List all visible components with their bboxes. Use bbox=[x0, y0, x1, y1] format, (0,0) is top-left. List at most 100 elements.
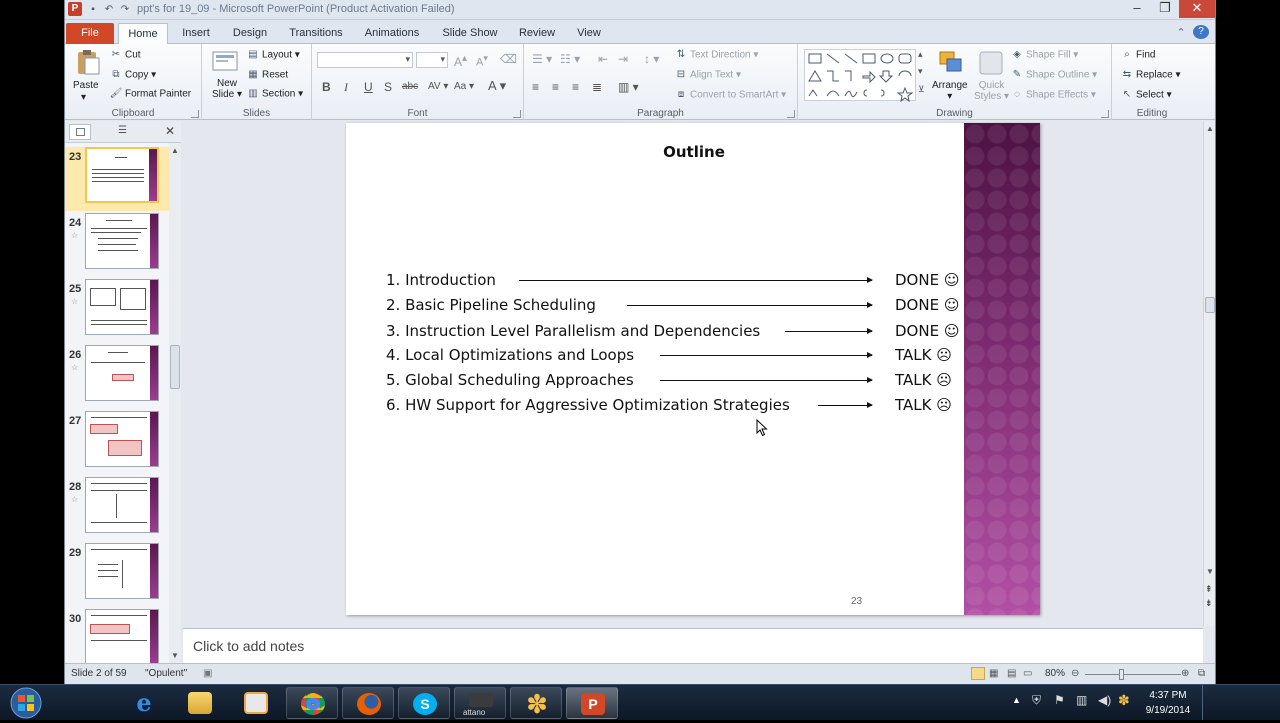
select-button[interactable]: ↖ Select ▾ bbox=[1120, 89, 1172, 101]
minimize-button[interactable]: – bbox=[1123, 0, 1151, 18]
paragraph-launcher-icon[interactable] bbox=[787, 110, 795, 118]
drawing-launcher-icon[interactable] bbox=[1101, 110, 1109, 118]
spellcheck-icon[interactable]: ▣ bbox=[203, 668, 212, 679]
taskbar-media-player[interactable] bbox=[230, 687, 282, 719]
next-slide-icon[interactable]: ⇟ bbox=[1205, 599, 1213, 608]
help-icon[interactable]: ? bbox=[1193, 25, 1209, 39]
underline-icon[interactable]: U bbox=[364, 80, 373, 94]
strikethrough-icon[interactable]: abc bbox=[402, 81, 418, 92]
shape-fill-button[interactable]: ◈ Shape Fill ▾ bbox=[1010, 49, 1078, 61]
fit-to-window-icon[interactable]: ⧉ bbox=[1198, 668, 1205, 679]
zoom-out-icon[interactable]: ⊖ bbox=[1071, 668, 1079, 679]
font-color-icon[interactable]: A ▾ bbox=[488, 78, 506, 94]
zoom-in-icon[interactable]: ⊕ bbox=[1181, 668, 1189, 679]
tray-action-center-icon[interactable]: ⚑ bbox=[1054, 693, 1065, 707]
outline-item-2[interactable]: 2. Basic Pipeline Scheduling DONE ☺ bbox=[386, 296, 966, 318]
outline-item-3[interactable]: 3. Instruction Level Parallelism and Dep… bbox=[386, 322, 966, 344]
paste-button[interactable]: Paste bbox=[73, 80, 99, 91]
maximize-button[interactable]: ❐ bbox=[1151, 0, 1179, 18]
thumbnail-slide-26[interactable]: 26 ☆ bbox=[65, 345, 169, 409]
taskbar-file-explorer[interactable] bbox=[174, 687, 226, 719]
slide-scroll-up-icon[interactable]: ▲ bbox=[1206, 124, 1214, 133]
arrange-button[interactable]: Arrange ▾ bbox=[932, 80, 968, 102]
previous-slide-icon[interactable]: ⇞ bbox=[1205, 585, 1213, 594]
reset-button[interactable]: ▦ Reset bbox=[246, 69, 288, 81]
thumbnail-slide-30[interactable]: 30 bbox=[65, 609, 169, 663]
numbering-icon[interactable]: ☷ ▾ bbox=[560, 52, 580, 66]
shape-effects-button[interactable]: ◌ Shape Effects ▾ bbox=[1010, 89, 1096, 101]
tray-expand-icon[interactable]: ▲ bbox=[1012, 695, 1021, 705]
tab-slide-show[interactable]: Slide Show bbox=[435, 23, 505, 44]
format-painter-button[interactable]: 🖌 Format Painter bbox=[109, 88, 192, 100]
replace-button[interactable]: ⇆ Replace ▾ bbox=[1120, 69, 1181, 81]
find-button[interactable]: ⌕ Find bbox=[1120, 49, 1155, 61]
font-name-dropdown[interactable]: ▾ bbox=[317, 52, 413, 68]
tray-volume-icon[interactable]: ◀) bbox=[1098, 693, 1111, 707]
powerpoint-app-icon[interactable]: P bbox=[68, 2, 82, 16]
shrink-font-icon[interactable]: A▾ bbox=[476, 53, 488, 69]
quick-styles-icon[interactable] bbox=[976, 48, 1006, 78]
grow-font-icon[interactable]: A▴ bbox=[454, 53, 467, 69]
character-spacing-icon[interactable]: AV ▾ bbox=[428, 81, 448, 92]
redo-icon[interactable]: ↷ bbox=[117, 2, 133, 17]
save-icon[interactable]: ▪ bbox=[85, 2, 101, 17]
outline-item-1[interactable]: 1. Introduction DONE ☺ bbox=[386, 271, 966, 293]
slide-sorter-icon[interactable]: ▦ bbox=[989, 668, 998, 679]
cut-button[interactable]: ✂ Cut bbox=[109, 49, 141, 61]
copy-button[interactable]: ⧉ Copy ▾ bbox=[109, 69, 156, 81]
zoom-slider-thumb[interactable] bbox=[1119, 669, 1124, 680]
shapes-more-icon[interactable]: ⊻ bbox=[918, 84, 925, 95]
thumbnail-slide-27[interactable]: 27 bbox=[65, 411, 169, 475]
tray-app-icon[interactable]: ✽ bbox=[1118, 692, 1130, 709]
paste-icon[interactable] bbox=[73, 48, 103, 78]
tab-home[interactable]: Home bbox=[118, 23, 168, 45]
close-button[interactable]: ✕ bbox=[1179, 0, 1215, 18]
taskbar-powerpoint[interactable]: P bbox=[566, 687, 618, 719]
decrease-indent-icon[interactable]: ⇤ bbox=[598, 52, 608, 66]
thumbnail-slide-24[interactable]: 24 ☆ bbox=[65, 213, 169, 277]
tab-view[interactable]: View bbox=[569, 23, 609, 44]
new-slide-button[interactable]: New Slide ▾ bbox=[212, 78, 242, 100]
change-case-icon[interactable]: Aa ▾ bbox=[454, 81, 474, 92]
bold-icon[interactable]: B bbox=[322, 80, 331, 94]
slide-scroll-thumb[interactable] bbox=[1205, 297, 1215, 313]
tab-design[interactable]: Design bbox=[225, 23, 275, 44]
taskbar-attano[interactable]: attano bbox=[454, 687, 506, 719]
slide-scrollbar[interactable]: ▲ ▼ ⇞ ⇟ bbox=[1203, 121, 1215, 626]
shapes-gallery[interactable] bbox=[804, 49, 916, 103]
zoom-slider-track[interactable] bbox=[1085, 674, 1181, 675]
paste-dropdown-icon[interactable]: ▾ bbox=[81, 92, 86, 103]
text-shadow-icon[interactable]: S bbox=[384, 80, 392, 94]
clear-formatting-icon[interactable]: ⌫ bbox=[500, 52, 517, 66]
notes-pane[interactable]: Click to add notes bbox=[183, 628, 1203, 663]
taskbar-chrome[interactable] bbox=[286, 687, 338, 719]
taskbar-pinwheel-app[interactable]: ✽ bbox=[510, 687, 562, 719]
reading-view-icon[interactable]: ▤ bbox=[1007, 668, 1016, 679]
shape-outline-button[interactable]: ✎ Shape Outline ▾ bbox=[1010, 69, 1097, 81]
thumbnail-slide-23[interactable]: 23 bbox=[65, 147, 169, 211]
convert-smartart-button[interactable]: ⧈ Convert to SmartArt ▾ bbox=[674, 89, 786, 101]
quick-styles-button[interactable]: Quick Styles ▾ bbox=[974, 80, 1009, 102]
ribbon-minimize-icon[interactable]: ⌃ bbox=[1173, 23, 1189, 44]
thumbnail-scrollbar[interactable]: ▲ ▼ bbox=[169, 143, 181, 663]
slideshow-view-icon[interactable]: ▭ bbox=[1023, 668, 1032, 679]
thumbnail-slide-25[interactable]: 25 ☆ bbox=[65, 279, 169, 343]
italic-icon[interactable]: I bbox=[344, 80, 348, 95]
align-right-icon[interactable]: ≡ bbox=[572, 80, 579, 94]
tray-network-icon[interactable]: ▥ bbox=[1076, 693, 1087, 707]
increase-indent-icon[interactable]: ⇥ bbox=[618, 52, 628, 66]
clock[interactable]: 4:37 PM 9/19/2014 bbox=[1136, 688, 1200, 718]
outline-item-5[interactable]: 5. Global Scheduling Approaches TALK ☹ bbox=[386, 371, 966, 393]
align-text-button[interactable]: ⊟ Align Text ▾ bbox=[674, 69, 741, 81]
align-center-icon[interactable]: ≡ bbox=[552, 80, 559, 94]
close-pane-icon[interactable]: ✕ bbox=[165, 124, 175, 138]
font-size-dropdown[interactable]: ▾ bbox=[416, 52, 448, 68]
undo-icon[interactable]: ↶ bbox=[101, 2, 117, 17]
justify-icon[interactable]: ≣ bbox=[592, 80, 602, 94]
align-left-icon[interactable]: ≡ bbox=[532, 80, 539, 94]
slides-tab[interactable] bbox=[69, 124, 91, 140]
shapes-scroll-down-icon[interactable]: ▾ bbox=[918, 66, 923, 77]
outline-item-4[interactable]: 4. Local Optimizations and Loops TALK ☹ bbox=[386, 346, 966, 368]
arrange-icon[interactable] bbox=[936, 48, 966, 78]
tab-insert[interactable]: Insert bbox=[173, 23, 219, 44]
